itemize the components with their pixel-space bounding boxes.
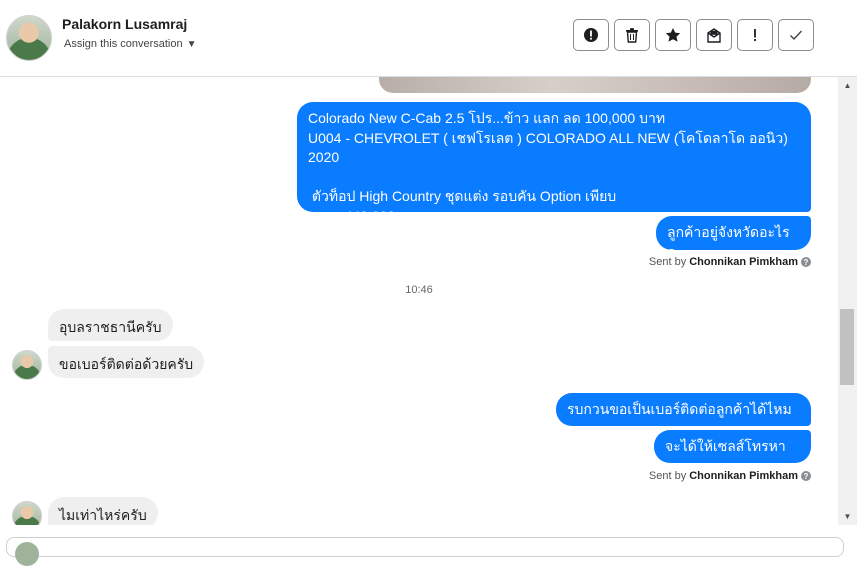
star-icon xyxy=(665,28,681,42)
ask-phone-message[interactable]: รบกวนขอเป็นเบอร์ติดต่อลูกค้าได้ไหมคะ xyxy=(556,393,811,437)
header-actions xyxy=(573,19,814,51)
mark-done-button[interactable] xyxy=(778,19,814,51)
message-thread[interactable]: Colorado New C-Cab 2.5 โปร...ข้าว แลก ลด… xyxy=(0,77,838,525)
sent-by-agent-2: Chonnikan Pimkham xyxy=(689,470,798,482)
assign-conversation-dropdown[interactable]: Assign this conversation ▼ xyxy=(64,38,197,50)
sent-by-prefix: Sent by xyxy=(648,256,687,268)
scroll-down-arrow-icon[interactable]: ▼ xyxy=(838,508,857,525)
delete-button[interactable] xyxy=(614,19,650,51)
contact-avatar-small[interactable] xyxy=(12,350,42,380)
trash-icon xyxy=(626,28,638,43)
checkmark-icon xyxy=(790,30,803,41)
message-timestamp: 10:46 xyxy=(405,284,433,296)
car-post-message[interactable]: Colorado New C-Cab 2.5 โปร...ข้าว แลก ลด… xyxy=(297,102,811,224)
mark-spam-button[interactable] xyxy=(573,19,609,51)
sent-by-label-2: Sent by Chonnikan Pimkham ? xyxy=(649,470,811,482)
sent-by-label: Sent by Chonnikan Pimkham ? xyxy=(649,256,811,268)
assign-label: Assign this conversation xyxy=(64,38,183,50)
contact-avatar[interactable] xyxy=(6,15,52,61)
car-post-line-2: U004 - CHEVROLET ( เชฟโรเลต ) COLORADO A… xyxy=(308,129,788,166)
help-icon[interactable]: ? xyxy=(801,471,811,481)
exclamation-icon xyxy=(754,29,756,41)
mark-important-button[interactable] xyxy=(737,19,773,51)
scroll-up-arrow-icon[interactable]: ▲ xyxy=(838,77,857,94)
mark-unread-button[interactable] xyxy=(696,19,732,51)
alert-circle-icon xyxy=(584,28,598,42)
contact-avatar-small[interactable] xyxy=(12,501,42,525)
sent-by-prefix-2: Sent by xyxy=(648,470,687,482)
star-button[interactable] xyxy=(655,19,691,51)
mark-unread-envelope-icon xyxy=(707,28,721,43)
reply-phone-request-message[interactable]: ขอเบอร์ติดต่อด้วยครับ xyxy=(48,346,205,378)
reply-province-message[interactable]: อุบลราชธานีครับ xyxy=(48,309,173,341)
scrollbar-thumb[interactable] xyxy=(840,309,854,385)
conversation-header: Palakorn Lusamraj Assign this conversati… xyxy=(0,0,857,77)
contact-name[interactable]: Palakorn Lusamraj xyxy=(62,16,187,32)
help-icon[interactable]: ? xyxy=(801,257,811,267)
sent-by-agent: Chonnikan Pimkham xyxy=(689,256,798,268)
message-composer[interactable] xyxy=(6,537,844,557)
caret-down-icon: ▼ xyxy=(186,38,197,50)
shared-car-image[interactable] xyxy=(379,77,811,93)
ask-province-message[interactable]: ลูกค้าอยู่จังหวัดอะไรคะ xyxy=(656,216,811,260)
thread-scrollbar[interactable]: ▲ ▼ xyxy=(838,77,857,525)
reply-price-message[interactable]: ไมเท่าไหร่ครับ xyxy=(48,497,158,525)
car-post-line-3: ตัวท็อป High Country ชุดแต่ง รอบคัน Opti… xyxy=(308,188,617,204)
car-post-line-1: Colorado New C-Cab 2.5 โปร...ข้าว แลก ลด… xyxy=(308,110,666,126)
sales-call-message[interactable]: จะได้ให้เซลส์โทรหาคะ xyxy=(654,430,811,474)
